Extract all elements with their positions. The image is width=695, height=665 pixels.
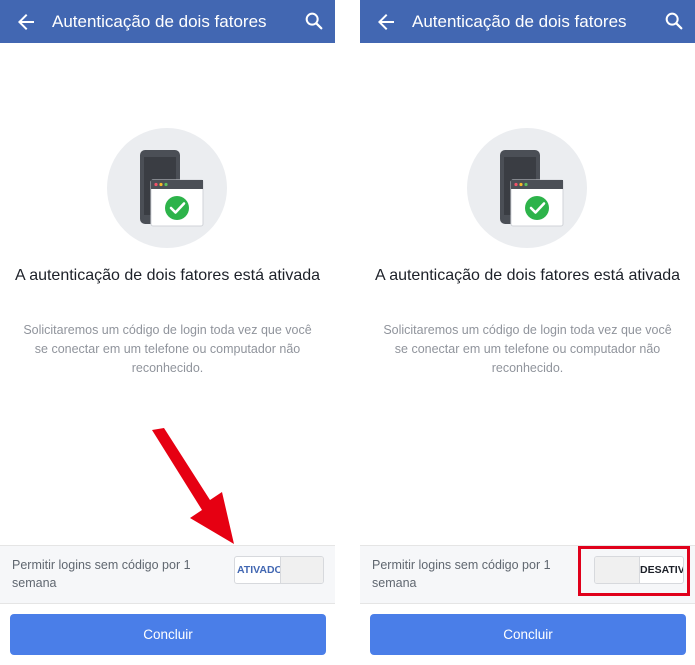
conclude-button[interactable]: Concluir <box>370 614 686 655</box>
status-description: Solicitaremos um código de login toda ve… <box>23 323 312 375</box>
screen-left: Autenticação de dois fatores A autentica… <box>0 0 335 665</box>
status-heading: A autenticação de dois fatores está ativ… <box>374 267 681 284</box>
allow-logins-toggle[interactable]: ATIVADO <box>234 556 324 584</box>
status-description: Solicitaremos um código de login toda ve… <box>383 323 672 375</box>
status-heading: A autenticação de dois fatores está ativ… <box>14 267 321 284</box>
toggle-knob <box>280 557 323 583</box>
conclude-button[interactable]: Concluir <box>10 614 326 655</box>
page-title: Autenticação de dois fatores <box>52 12 267 31</box>
annotation-arrow <box>152 428 234 544</box>
app-bar: Autenticação de dois fatores <box>360 0 695 43</box>
page-title: Autenticação de dois fatores <box>412 12 627 31</box>
setting-label: Permitir logins sem código por 1 semana <box>372 558 551 590</box>
screen-right: Autenticação de dois fatores A autentica… <box>360 0 695 665</box>
divider <box>0 603 335 604</box>
back-arrow-icon[interactable] <box>14 10 38 34</box>
devices-check-illustration <box>467 128 587 248</box>
setting-label: Permitir logins sem código por 1 semana <box>12 558 191 590</box>
divider <box>360 603 695 604</box>
devices-check-illustration <box>107 128 227 248</box>
toggle-state-label: ATIVADO <box>237 564 280 576</box>
back-arrow-icon[interactable] <box>374 10 398 34</box>
highlight-box <box>578 546 690 596</box>
search-icon[interactable] <box>303 10 325 32</box>
app-bar: Autenticação de dois fatores <box>0 0 335 43</box>
search-icon[interactable] <box>663 10 685 32</box>
